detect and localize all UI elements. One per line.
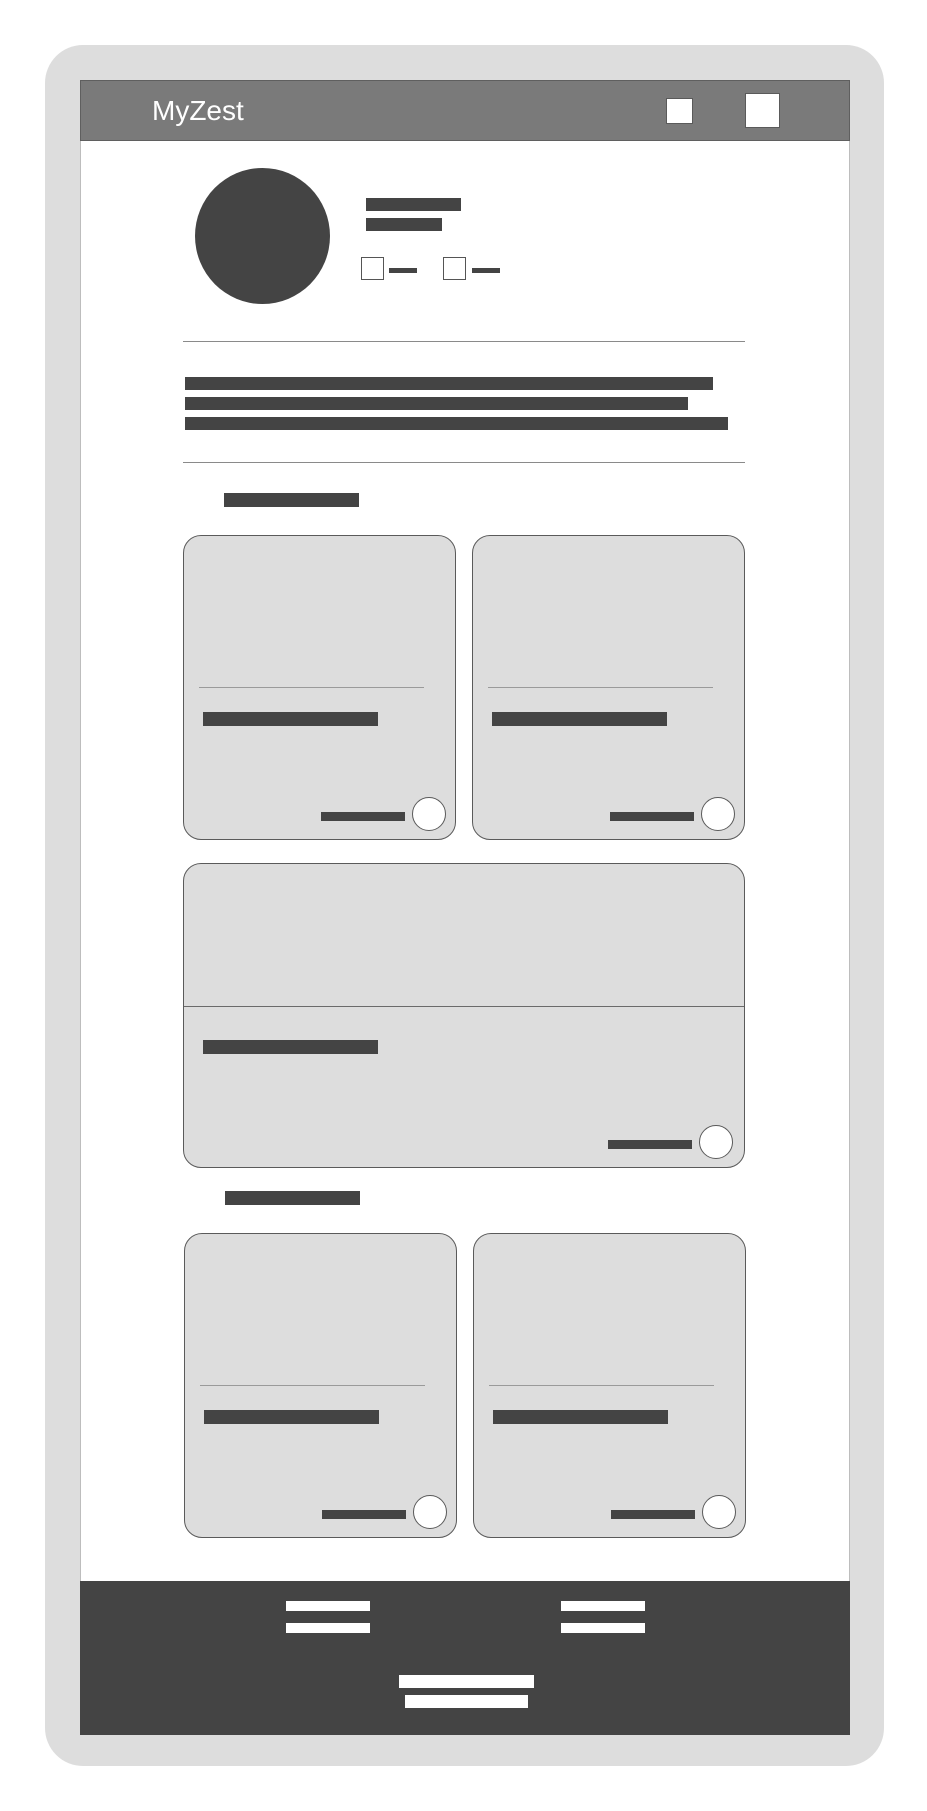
footer-link-placeholder[interactable] [286, 1623, 370, 1633]
card-meta-placeholder [608, 1140, 692, 1149]
card-title-placeholder [204, 1410, 379, 1424]
bio-line-placeholder [185, 397, 688, 410]
menu-button[interactable] [745, 93, 780, 128]
card-action-button[interactable] [701, 797, 735, 831]
card-action-button[interactable] [413, 1495, 447, 1529]
card-meta-placeholder [611, 1510, 695, 1519]
card-title-placeholder [203, 712, 378, 726]
bio-line-placeholder [185, 377, 713, 390]
stat-checkbox-1[interactable] [361, 257, 384, 280]
card-action-button[interactable] [702, 1495, 736, 1529]
section-heading-placeholder [225, 1191, 360, 1205]
card-title-placeholder [203, 1040, 378, 1054]
card-divider [488, 687, 713, 688]
card-meta-placeholder [610, 812, 694, 821]
footer-link-placeholder[interactable] [561, 1623, 645, 1633]
card-divider [184, 1006, 744, 1007]
card-divider [200, 1385, 425, 1386]
profile-name-placeholder [366, 198, 461, 211]
footer-copyright-placeholder [399, 1675, 534, 1688]
card-title-placeholder [492, 712, 667, 726]
app-title: MyZest [152, 95, 244, 126]
section-divider [183, 341, 745, 342]
footer [80, 1581, 850, 1735]
card-title-placeholder [493, 1410, 668, 1424]
profile-subtitle-placeholder [366, 218, 442, 231]
footer-link-placeholder[interactable] [561, 1601, 645, 1611]
footer-link-placeholder[interactable] [286, 1601, 370, 1611]
card-divider [489, 1385, 714, 1386]
stat-label-placeholder-1 [389, 268, 417, 273]
card-meta-placeholder [322, 1510, 406, 1519]
stat-label-placeholder-2 [472, 268, 500, 273]
footer-copyright-placeholder [405, 1695, 528, 1708]
recipe-card-wide[interactable] [183, 863, 745, 1168]
card-action-button[interactable] [412, 797, 446, 831]
card-action-button[interactable] [699, 1125, 733, 1159]
section-divider [183, 462, 745, 463]
card-meta-placeholder [321, 812, 405, 821]
notifications-button[interactable] [666, 98, 693, 124]
section-heading-placeholder [224, 493, 359, 507]
avatar[interactable] [195, 168, 330, 304]
bio-line-placeholder [185, 417, 728, 430]
card-divider [199, 687, 424, 688]
stat-checkbox-2[interactable] [443, 257, 466, 280]
